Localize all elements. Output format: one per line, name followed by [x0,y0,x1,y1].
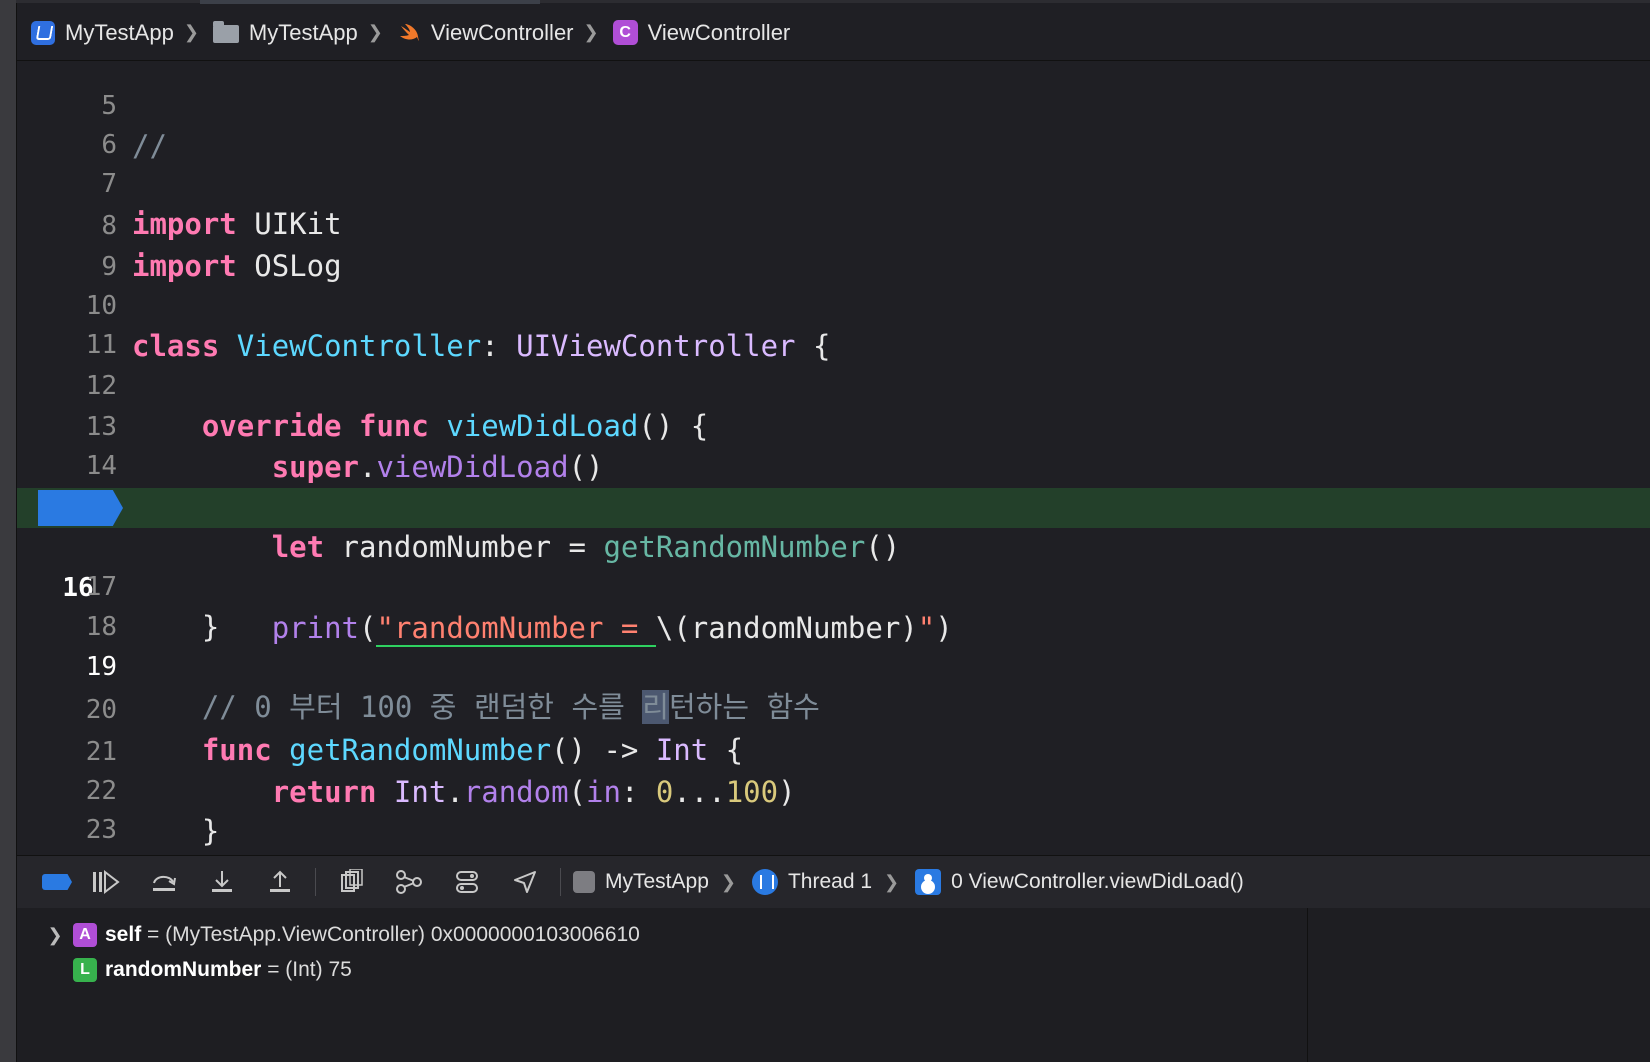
left-window-edge [0,0,17,1062]
location-arrow-icon [514,871,536,893]
code-line: 23 } [17,770,1650,854]
environment-overrides-button[interactable] [438,862,496,902]
app-target-icon [573,871,595,893]
code-line-current: 19 // 0 부터 100 중 랜덤한 수를 리턴하는 함수 [17,607,1650,724]
punct-token: } [132,853,149,854]
code-line: 21 return Int.random(in: 0...100) [17,692,1650,809]
breadcrumb-file-label: ViewController [430,19,574,45]
code-line: 5 // [17,61,1650,163]
chevron-right-icon: ❯ [720,871,736,892]
code-line: 13 super.viewDidLoad() [17,367,1650,484]
breakpoint-marker[interactable] [38,490,123,526]
breadcrumb-project[interactable]: MyTestApp [31,20,174,46]
code-line: 14 [17,406,1650,481]
code-line: 15 let randomNumber = getRandomNumber() [17,447,1650,564]
variable-name: randomNumber [105,958,262,981]
code-line: 9 [17,207,1650,282]
chevron-right-icon: ❯ [583,22,599,42]
breakpoints-toggle-button[interactable] [37,862,77,902]
thread-icon [751,869,778,895]
step-over-icon [153,875,176,891]
breadcrumb-group-label: MyTestApp [248,19,358,45]
code-line: 17 } [17,527,1650,644]
source-editor[interactable]: 5 // 6 7 import UIKit 8 import OSLog 9 1… [17,61,1650,854]
local-badge-icon: L [73,958,97,982]
variable-row-randomNumber[interactable]: L randomNumber = (Int) 75 [17,953,352,987]
debug-toolbar: MyTestApp ❯ Thread 1 ❯ 0 ViewController.… [17,855,1650,909]
simulate-location-button[interactable] [496,862,554,902]
app-target-icon [31,20,55,45]
chevron-right-icon: ❯ [367,22,383,42]
breadcrumb-symbol[interactable]: C ViewController [612,19,791,46]
chevron-right-icon: ❯ [183,22,199,42]
step-out-icon [270,870,290,892]
chevron-right-icon: ❯ [884,871,900,892]
memory-graph-icon [396,870,422,894]
toolbar-divider [315,868,316,896]
view-hierarchy-icon [341,869,363,892]
step-out-button[interactable] [251,862,309,902]
variable-name: self [105,923,142,946]
breadcrumb-symbol-label: ViewController [647,19,791,45]
variable-row-self[interactable]: ❯ A self = (MyTestApp.ViewController) 0x… [17,918,640,952]
code-line: 8 import OSLog [17,166,1650,283]
breadcrumb-group[interactable]: MyTestApp [212,19,358,46]
line-number[interactable]: 24 [17,849,117,854]
code-line: 20 func getRandomNumber() -> Int { [17,650,1650,767]
continue-button[interactable] [77,862,135,902]
variable-value: = (Int) 75 [261,958,352,981]
argument-badge-icon: A [73,923,97,947]
active-tab-indicator[interactable] [200,0,540,4]
debug-process[interactable]: MyTestApp [573,870,709,894]
variable-value: = (MyTestApp.ViewController) 0x000000010… [141,923,640,946]
toolbar-divider [560,868,561,896]
code-line: 7 import UIKit [17,124,1650,241]
debug-breadcrumb: MyTestApp ❯ Thread 1 ❯ 0 ViewController.… [573,869,1244,895]
code-line: 11 [17,285,1650,360]
debug-thread-label: Thread 1 [787,870,873,893]
debug-view-hierarchy-button[interactable] [322,862,380,902]
chevron-right-icon[interactable]: ❯ [45,925,65,946]
continue-icon [93,869,120,895]
breakpoint-icon [42,874,72,890]
step-into-button[interactable] [193,862,251,902]
breadcrumb-project-label: MyTestApp [65,19,174,45]
debug-thread[interactable]: Thread 1 [751,869,873,895]
code-line: 6 [17,85,1650,160]
class-c-icon: C [612,20,638,45]
swift-file-icon [397,21,421,45]
debug-memory-graph-button[interactable] [380,862,438,902]
code-line: 18 [17,567,1650,642]
step-into-icon [212,871,232,892]
folder-icon [212,20,239,43]
code-line: 24 [17,809,1650,849]
breadcrumb-file[interactable]: ViewController [397,20,574,46]
jump-bar-breadcrumb: MyTestApp ❯ MyTestApp ❯ ViewController ❯… [17,5,1650,61]
code-line: 22 } [17,731,1650,848]
debug-process-label: MyTestApp [605,870,709,893]
code-line: 12 override func viewDidLoad() { [17,326,1650,443]
debug-stack-frame[interactable]: 0 ViewController.viewDidLoad() [915,869,1244,895]
code-line: 10 class ViewController: UIViewControlle… [17,246,1650,363]
environment-overrides-icon [456,871,478,893]
step-over-button[interactable] [135,862,193,902]
console-area[interactable] [1308,908,1650,1062]
code-line-breakpoint: 16 print("randomNumber = \(randomNumber)… [17,488,1650,647]
user-code-frame-icon [915,869,942,895]
variables-view: ❯ A self = (MyTestApp.ViewController) 0x… [17,908,1308,1062]
debug-stack-frame-label: 0 ViewController.viewDidLoad() [951,870,1244,893]
